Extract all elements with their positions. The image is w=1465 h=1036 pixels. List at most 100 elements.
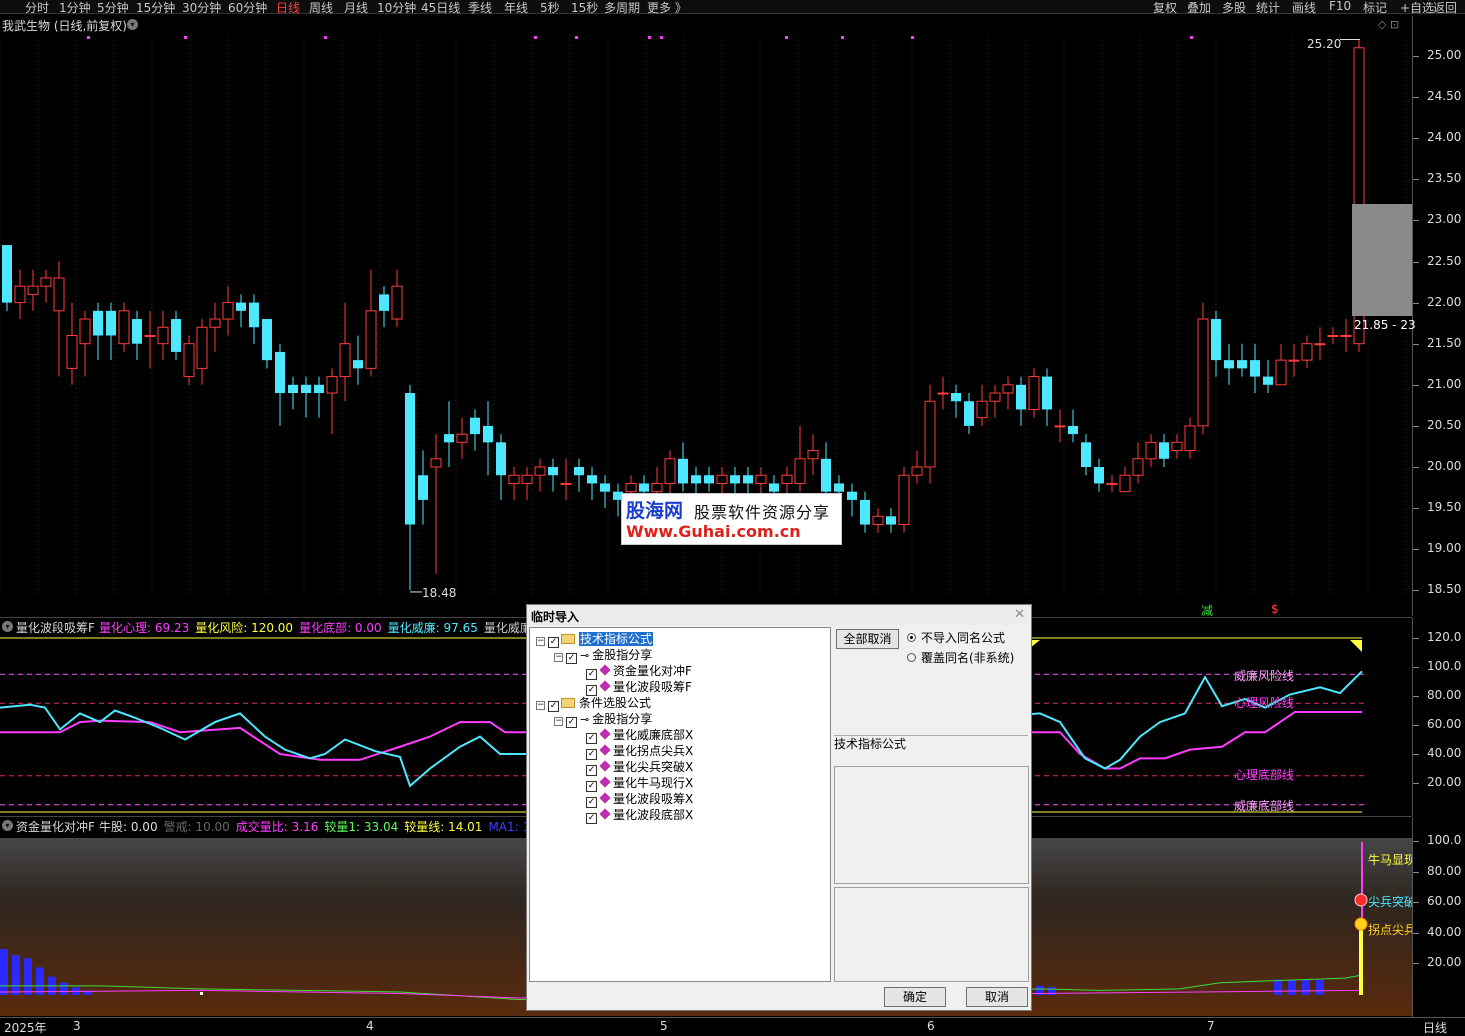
period-1[interactable]: 1分钟 [59, 0, 91, 16]
period-4[interactable]: 30分钟 [182, 0, 221, 16]
tool-4[interactable]: 画线 [1292, 0, 1316, 16]
option-skip-same[interactable]: 不导入同名公式 [907, 629, 1005, 646]
tree-node[interactable]: ✓ 量化尖兵突破X [574, 759, 693, 776]
indicator2-value: 较量1: 33.04 [324, 820, 399, 834]
candle-body [14, 285, 26, 304]
period-3[interactable]: 15分钟 [136, 0, 175, 16]
tree-node[interactable]: − ✓ 技术指标公式 [536, 631, 654, 648]
indicator2-tick: 40.00 [1427, 924, 1462, 939]
tree-node[interactable]: ✓ 量化波段吸筹F [574, 679, 692, 696]
candle-body [365, 310, 377, 369]
tree-node-label: 条件选股公式 [579, 696, 652, 710]
period-12[interactable]: 年线 [504, 0, 528, 16]
signal-dot [785, 36, 788, 39]
tree-node[interactable]: ✓ 量化威廉底部X [574, 727, 693, 744]
candle-body [1224, 360, 1234, 369]
period-0[interactable]: 分时 [25, 0, 49, 16]
candle-body [651, 482, 663, 493]
candle-body [222, 302, 234, 320]
marker [200, 991, 203, 995]
candle-body [755, 474, 767, 484]
collapse-icon[interactable]: ◇ ⊡ [1378, 18, 1399, 31]
period-10[interactable]: 45日线 [421, 0, 460, 16]
candle-body [1042, 376, 1052, 410]
low-price-label: 18.48 [422, 586, 457, 600]
tree-node[interactable]: − ✓ 条件选股公式 [536, 695, 652, 712]
time-tick: 4 [366, 1019, 374, 1033]
candle-body [1068, 425, 1078, 435]
formula-tree[interactable]: − ✓ 技术指标公式 − ✓ ⊸ 金股指分享 ✓ 资金量化对冲F ✓ 量化波段吸筹F − ✓ 条件选股公式… [529, 627, 831, 982]
price-tick: 19.50 [1427, 500, 1462, 515]
chevron-down-icon[interactable]: ▾ [2, 820, 13, 831]
tool-2[interactable]: 多股 [1222, 0, 1246, 16]
signal-dot [841, 36, 844, 39]
signal-dot [184, 36, 187, 39]
collapse-icon[interactable]: − [536, 637, 545, 646]
collapse-icon[interactable]: − [554, 653, 563, 662]
candle-body [157, 326, 169, 345]
candle-body [1106, 482, 1118, 485]
time-tick: 6 [927, 1019, 935, 1033]
chevron-down-icon[interactable]: ▾ [2, 621, 13, 632]
radio-icon[interactable] [907, 653, 916, 662]
candle-body [704, 475, 714, 484]
candle-body [66, 334, 78, 369]
period-label[interactable]: 日线 [1423, 1019, 1447, 1036]
tree-node[interactable]: − ✓ ⊸ 金股指分享 [554, 711, 652, 728]
chevron-down-icon[interactable]: ▾ [127, 19, 138, 30]
close-icon[interactable]: ✕ [1014, 607, 1025, 622]
period-11[interactable]: 季线 [468, 0, 492, 16]
price-tick: 25.00 [1427, 48, 1462, 62]
tree-node[interactable]: − ✓ ⊸ 金股指分享 [554, 647, 652, 664]
candle-body [236, 302, 246, 311]
candle-body [937, 392, 949, 395]
indicator2-value: 成交量比: 3.16 [235, 820, 319, 834]
section-label: 技术指标公式 [834, 737, 907, 751]
tool-8[interactable]: 返回 [1433, 0, 1457, 16]
candle-body [1119, 474, 1131, 493]
cancel-all-button[interactable]: 全部取消 [836, 629, 899, 649]
price-tick: 22.50 [1427, 253, 1462, 268]
tree-node[interactable]: ✓ 量化波段吸筹X [574, 791, 693, 808]
collapse-icon[interactable]: − [536, 701, 545, 710]
tree-node[interactable]: ✓ 量化牛马现行X [574, 775, 693, 792]
candle-body [794, 458, 806, 484]
candle-body [53, 277, 65, 312]
period-2[interactable]: 5分钟 [97, 0, 129, 16]
tool-6[interactable]: 标记 [1363, 0, 1387, 16]
period-16[interactable]: 更多 》 [647, 0, 687, 16]
price-tick: 21.00 [1427, 376, 1462, 391]
candle-body [964, 401, 974, 426]
candle-body [911, 466, 923, 476]
tool-5[interactable]: F10 [1329, 0, 1351, 13]
checkbox-icon[interactable]: ✓ [586, 813, 597, 824]
tree-node[interactable]: ✓ 量化波段底部X [574, 807, 693, 824]
watermark-slogan: 股票软件资源分享 [694, 503, 831, 522]
tree-node-label: 量化拐点尖兵X [613, 744, 694, 758]
cancel-button[interactable]: 取消 [966, 987, 1028, 1007]
period-14[interactable]: 15秒 [571, 0, 598, 16]
candle-body [587, 475, 597, 484]
ok-button[interactable]: 确定 [884, 987, 946, 1007]
candle-body [898, 474, 910, 526]
indicator2-tick: 80.00 [1427, 863, 1462, 878]
period-6[interactable]: 日线 [276, 0, 300, 16]
tree-node[interactable]: ✓ 资金量化对冲F [574, 663, 692, 680]
tool-3[interactable]: 统计 [1256, 0, 1280, 16]
tree-node[interactable]: ✓ 量化拐点尖兵X [574, 743, 694, 760]
period-8[interactable]: 月线 [344, 0, 368, 16]
period-5[interactable]: 60分钟 [228, 0, 267, 16]
tool-7[interactable]: +自选 [1400, 0, 1434, 16]
period-13[interactable]: 5秒 [540, 0, 560, 16]
option-overwrite[interactable]: 覆盖同名(非系统) [907, 649, 1014, 666]
period-15[interactable]: 多周期 [604, 0, 640, 16]
candle-body [379, 294, 389, 311]
period-7[interactable]: 周线 [309, 0, 333, 16]
tool-0[interactable]: 复权 [1153, 0, 1177, 16]
radio-icon[interactable] [907, 633, 916, 642]
collapse-icon[interactable]: − [554, 717, 563, 726]
candle-body [405, 393, 415, 525]
period-9[interactable]: 10分钟 [377, 0, 416, 16]
candle-body [781, 474, 793, 484]
tool-1[interactable]: 叠加 [1187, 0, 1211, 16]
